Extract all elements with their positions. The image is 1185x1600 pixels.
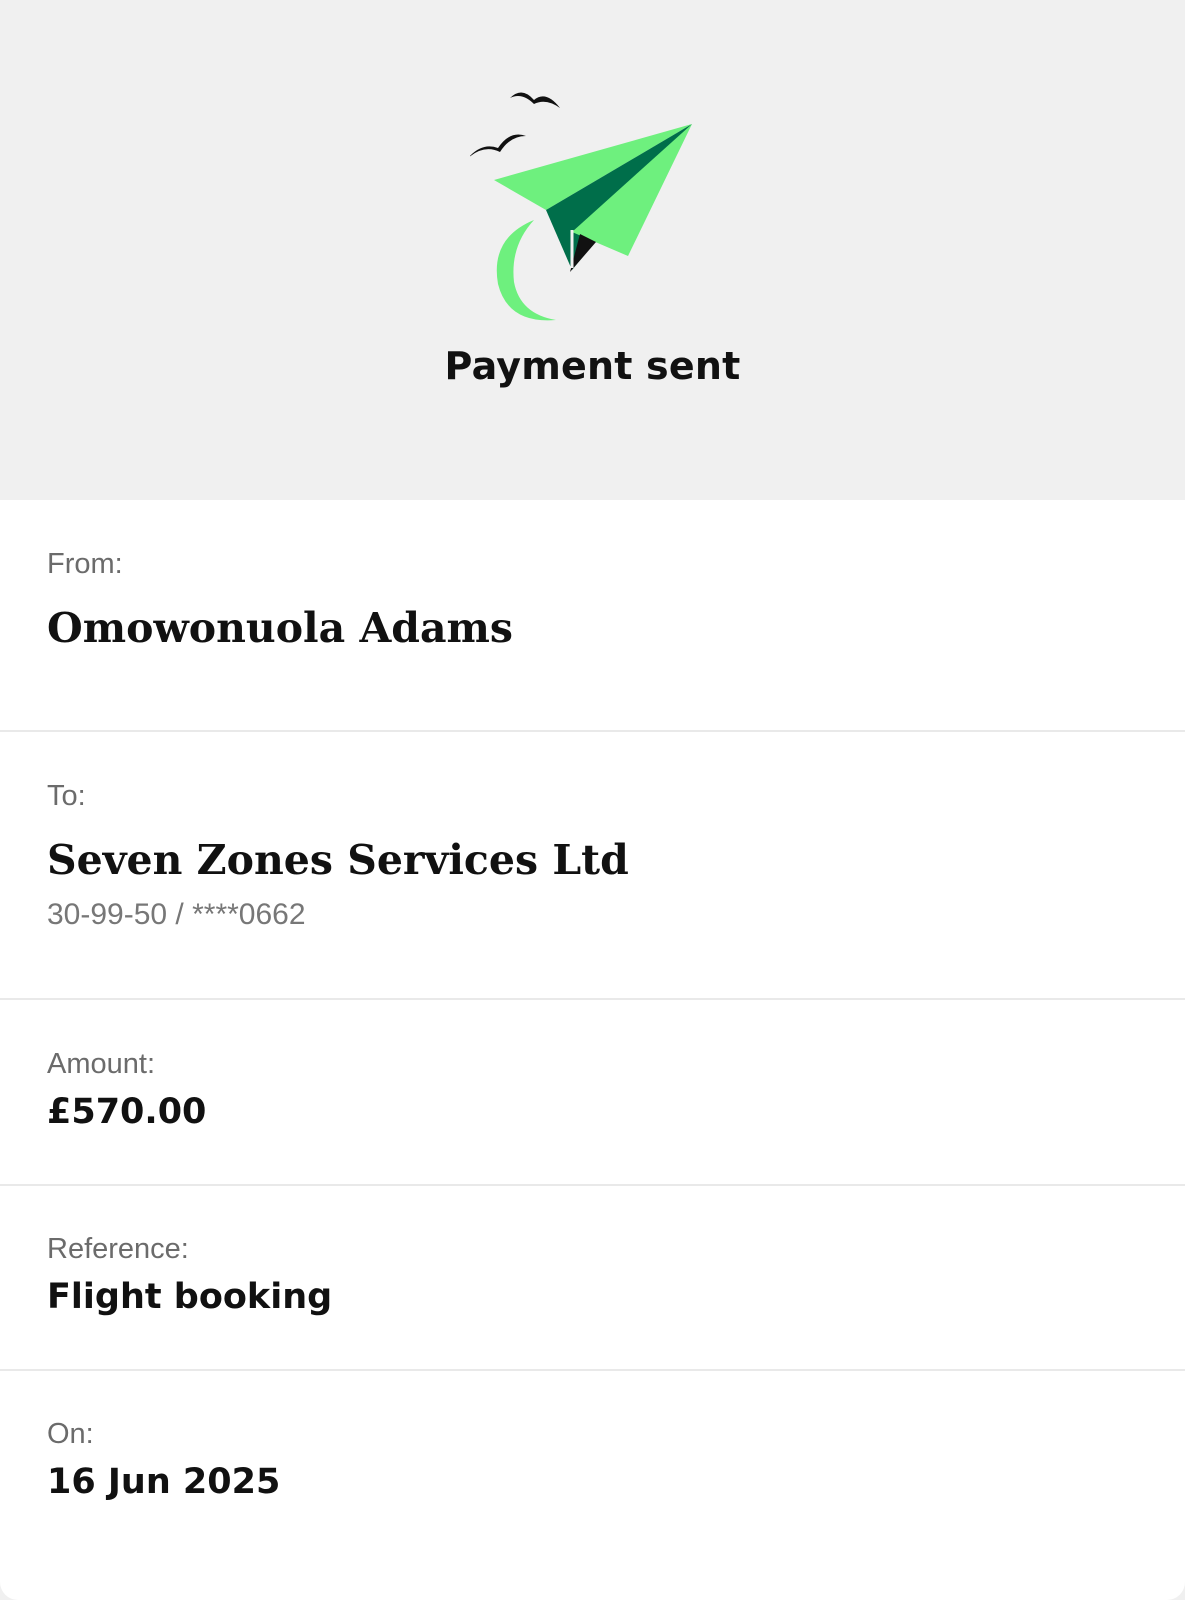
- date-label: On:: [47, 1418, 94, 1450]
- to-row: To: Seven Zones Services Ltd 30-99-50 / …: [0, 732, 1185, 1000]
- bird-icon: [470, 134, 526, 157]
- date-value: 16 Jun 2025: [47, 1462, 281, 1502]
- from-row: From: Omowonuola Adams: [0, 500, 1185, 732]
- amount-value: £570.00: [47, 1092, 207, 1132]
- amount-row: Amount: £570.00: [0, 1000, 1185, 1186]
- reference-label: Reference:: [47, 1233, 189, 1265]
- reference-row: Reference: Flight booking: [0, 1186, 1185, 1371]
- sender-name: Omowonuola Adams: [47, 604, 513, 652]
- paper-plane-icon: [470, 92, 692, 321]
- trail-swoosh: [496, 220, 556, 321]
- recipient-account: 30-99-50 / ****0662: [47, 898, 306, 931]
- from-label: From:: [47, 548, 123, 580]
- date-row: On: 16 Jun 2025: [0, 1371, 1185, 1600]
- payment-details: From: Omowonuola Adams To: Seven Zones S…: [0, 500, 1185, 1600]
- payment-status-title: Payment sent: [444, 344, 741, 388]
- amount-label: Amount:: [47, 1048, 155, 1080]
- recipient-name: Seven Zones Services Ltd: [47, 836, 629, 884]
- to-label: To:: [47, 780, 86, 812]
- bird-icon: [510, 92, 560, 108]
- payment-receipt: Payment sent From: Omowonuola Adams To: …: [0, 0, 1185, 1600]
- reference-value: Flight booking: [47, 1277, 333, 1317]
- receipt-header: Payment sent: [0, 0, 1185, 500]
